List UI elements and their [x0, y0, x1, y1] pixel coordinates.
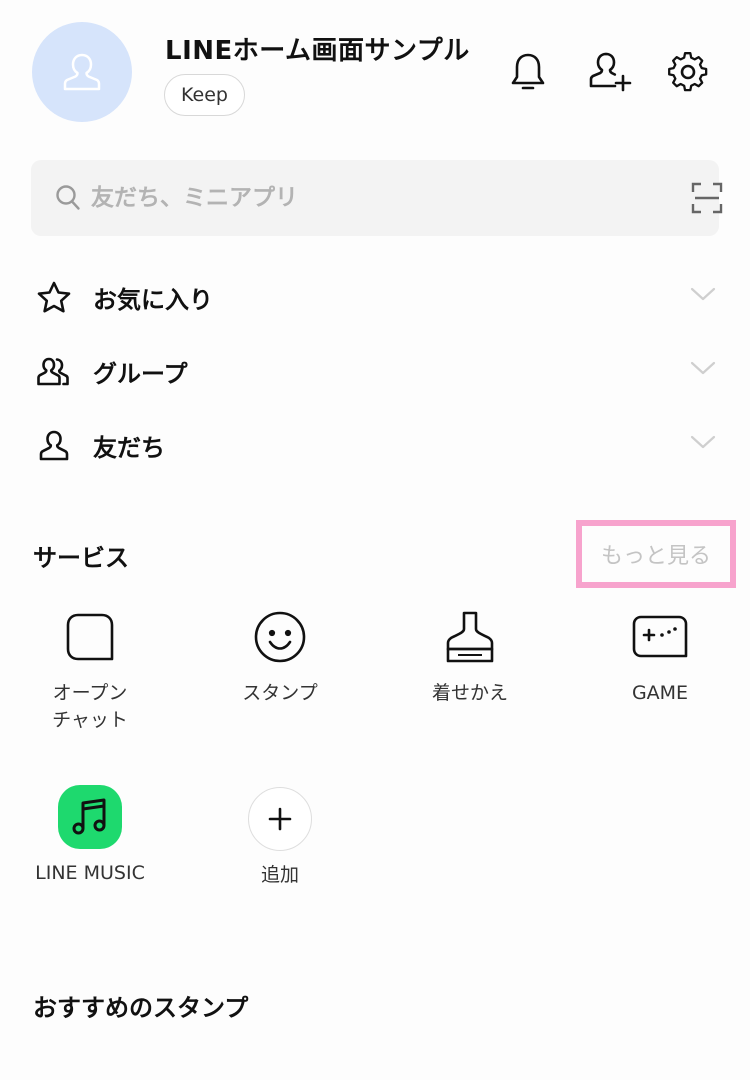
see-more-label: もっと見る [600, 544, 711, 569]
line-home-screen: LINEホーム画面サンプル Keep 友だち、ミニアプリ お気に入り グループ … [0, 0, 750, 1080]
gamepad-icon [632, 615, 688, 658]
service-label: スタンプ [242, 682, 318, 704]
add-friend-icon [589, 52, 632, 92]
person-icon [39, 430, 69, 461]
services-title: サービス [33, 544, 129, 572]
see-more-link[interactable]: もっと見る [576, 520, 736, 588]
search-icon [56, 185, 80, 210]
service-game[interactable]: GAME [585, 602, 735, 707]
gear-icon [668, 52, 708, 92]
brush-icon [446, 611, 494, 663]
qr-scan-icon[interactable] [691, 182, 723, 214]
list-row-friends[interactable]: 友だち [0, 416, 750, 472]
chevron-down-icon [690, 287, 716, 301]
service-openchat[interactable]: オープン チャット [15, 602, 165, 734]
chevron-down-icon [690, 435, 716, 449]
star-icon [37, 281, 71, 313]
keep-button[interactable]: Keep [164, 74, 245, 116]
chevron-down-icon [690, 361, 716, 375]
group-icon [37, 357, 69, 386]
list-row-groups[interactable]: グループ [0, 342, 750, 398]
bell-icon [511, 53, 545, 90]
plus-icon [268, 807, 292, 831]
smiley-icon [254, 611, 306, 663]
list-label: 友だち [93, 434, 165, 462]
openchat-icon [66, 613, 114, 661]
service-add[interactable]: 追加 [205, 784, 355, 889]
person-placeholder-icon [63, 53, 101, 91]
list-row-favorites[interactable]: お気に入り [0, 268, 750, 324]
service-label: 着せかえ [431, 682, 508, 704]
list-label: お気に入り [93, 286, 213, 314]
list-label: グループ [93, 360, 188, 388]
service-label: LINE MUSIC [35, 862, 145, 884]
service-label: 追加 [260, 864, 299, 886]
service-label: GAME [631, 682, 689, 704]
service-label: オープン チャット [52, 682, 128, 731]
service-stamps[interactable]: スタンプ [205, 602, 355, 707]
search-bar[interactable] [31, 160, 723, 236]
profile-name: LINEホーム画面サンプル [165, 36, 470, 66]
avatar[interactable] [32, 22, 132, 122]
search-input[interactable] [91, 178, 651, 218]
music-note-icon [72, 798, 106, 835]
service-themes[interactable]: 着せかえ [395, 602, 545, 707]
add-service-button[interactable] [248, 787, 312, 851]
settings-button[interactable] [662, 46, 714, 98]
music-app-icon [58, 785, 122, 849]
notification-button[interactable] [502, 46, 554, 98]
recommended-stamps-title: おすすめのスタンプ [33, 994, 249, 1022]
add-friend-button[interactable] [584, 46, 636, 98]
service-line-music[interactable]: LINE MUSIC [15, 782, 165, 887]
